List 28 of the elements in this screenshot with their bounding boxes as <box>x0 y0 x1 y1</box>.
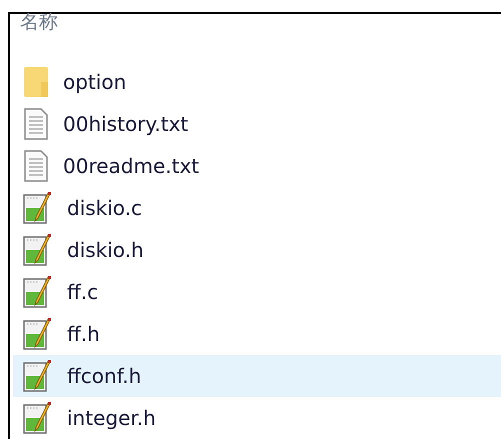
column-header[interactable]: 名称 <box>20 11 58 33</box>
file-row[interactable]: ff.h <box>13 313 501 355</box>
edit-file-icon <box>23 402 53 434</box>
file-name: option <box>63 70 126 94</box>
file-row[interactable]: diskio.c <box>13 187 501 229</box>
edit-file-icon <box>23 234 53 266</box>
edit-file-icon <box>23 318 53 350</box>
file-name: ff.c <box>67 280 98 304</box>
file-name: ff.h <box>67 322 100 346</box>
file-name: ffconf.h <box>67 364 142 388</box>
folder-icon <box>23 66 49 98</box>
edit-file-icon <box>23 192 53 224</box>
file-row[interactable]: diskio.h <box>13 229 501 271</box>
file-name: diskio.c <box>67 196 142 220</box>
file-name: 00history.txt <box>63 112 188 136</box>
file-row[interactable]: integer.h <box>13 397 501 439</box>
file-row[interactable]: option <box>13 61 501 103</box>
edit-file-icon <box>23 276 53 308</box>
file-row[interactable]: ff.c <box>13 271 501 313</box>
edit-file-icon <box>23 360 53 392</box>
document-icon <box>23 108 49 140</box>
file-name: 00readme.txt <box>63 154 200 178</box>
file-name: integer.h <box>67 406 156 430</box>
file-row[interactable]: 00history.txt <box>13 103 501 145</box>
file-name: diskio.h <box>67 238 144 262</box>
file-row[interactable]: 00readme.txt <box>13 145 501 187</box>
file-row[interactable]: ffconf.h <box>13 355 501 397</box>
document-icon <box>23 150 49 182</box>
